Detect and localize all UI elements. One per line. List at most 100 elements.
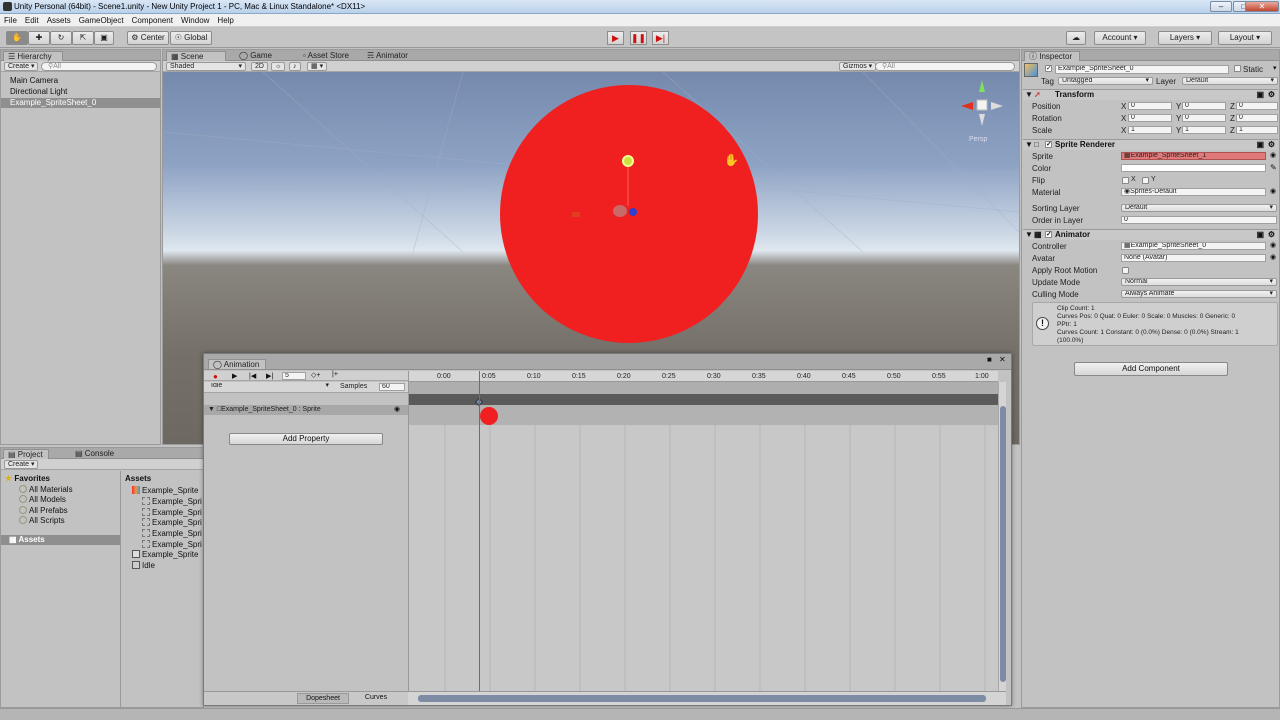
gizmos-dropdown[interactable]: Gizmos ▾ [839, 62, 877, 71]
tab-game[interactable]: ◯ Game [235, 51, 276, 61]
event-lane[interactable] [409, 382, 998, 394]
rect-tool-button[interactable]: ▣ [94, 31, 114, 45]
color-field[interactable] [1121, 164, 1266, 172]
minimize-button[interactable]: – [1210, 1, 1232, 12]
move-tool-button[interactable]: ✚ [28, 31, 50, 45]
menu-help[interactable]: Help [213, 14, 237, 25]
scale-tool-button[interactable]: ⇱ [72, 31, 94, 45]
sprite-renderer-enabled-checkbox[interactable] [1045, 140, 1052, 150]
pivot-center-button[interactable]: ⚙ Center [127, 31, 169, 45]
hierarchy-search-input[interactable]: ⚲All [41, 62, 157, 71]
record-icon[interactable]: ● [213, 372, 218, 381]
hand-tool-button[interactable]: ✋ [6, 31, 28, 45]
order-in-layer-field[interactable]: 0 [1121, 216, 1277, 224]
layer-dropdown[interactable]: Default [1182, 77, 1278, 85]
help-icon[interactable]: ▣ [1256, 140, 1264, 150]
position-x-field[interactable]: 0 [1128, 102, 1172, 110]
tab-scene[interactable]: ▦ Scene [166, 51, 226, 61]
object-picker-icon[interactable]: ◉ [1270, 187, 1276, 195]
step-button[interactable]: ▶| [652, 31, 669, 45]
object-picker-icon[interactable]: ◉ [1270, 241, 1276, 249]
favorite-item[interactable]: All Models [19, 495, 66, 504]
assets-folder[interactable]: ▦ Assets [1, 535, 120, 545]
sprite-keyframe-thumbnail[interactable] [480, 407, 498, 425]
animation-window-close-icon[interactable]: ✕ [999, 355, 1006, 364]
playhead[interactable] [479, 371, 480, 691]
dopesheet-area[interactable]: 0:00 0:05 0:10 0:15 0:20 0:25 0:30 0:35 … [408, 371, 998, 691]
animator-enabled-checkbox[interactable] [1045, 230, 1052, 240]
menu-gameobject[interactable]: GameObject [75, 14, 128, 25]
gameobject-name-field[interactable]: Example_SpriteSheet_0 [1055, 65, 1229, 74]
static-dropdown-icon[interactable]: ▾ [1273, 64, 1277, 72]
sorting-layer-dropdown[interactable]: Default [1121, 204, 1277, 212]
asset-item[interactable]: Example_Spri [142, 529, 202, 538]
hierarchy-item-selected[interactable]: Example_SpriteSheet_0 [1, 98, 160, 108]
static-checkbox[interactable] [1234, 65, 1241, 72]
vscroll-thumb[interactable] [1000, 406, 1006, 682]
pivot-global-button[interactable]: ☉ Global [170, 31, 212, 45]
effects-dropdown[interactable]: ▦ ▾ [307, 62, 328, 71]
asset-item[interactable]: Example_Sprite [132, 550, 198, 559]
rotation-x-field[interactable]: 0 [1128, 114, 1172, 122]
timeline-ruler[interactable]: 0:00 0:05 0:10 0:15 0:20 0:25 0:30 0:35 … [409, 371, 998, 382]
animation-window-menu-icon[interactable]: ■ [987, 355, 992, 364]
persp-label[interactable]: Persp [969, 136, 987, 143]
menu-file[interactable]: File [0, 14, 21, 25]
rotation-z-field[interactable]: 0 [1236, 114, 1278, 122]
add-event-icon[interactable]: |+ [332, 371, 338, 378]
menu-edit[interactable]: Edit [21, 14, 43, 25]
help-icon[interactable]: ▣ [1256, 90, 1264, 100]
scale-z-field[interactable]: 1 [1236, 126, 1278, 134]
tab-animator[interactable]: ☴ Animator [363, 51, 412, 61]
tab-inspector[interactable]: ⓘ Inspector [1024, 51, 1080, 61]
material-field[interactable]: ◉Sprites-Default [1121, 188, 1266, 196]
rotate-tool-button[interactable]: ↻ [50, 31, 72, 45]
tag-dropdown[interactable]: Untagged [1058, 77, 1153, 85]
culling-mode-dropdown[interactable]: Always Animate [1121, 290, 1277, 298]
play-animation-icon[interactable]: ▶ [232, 372, 237, 380]
apply-root-motion-checkbox[interactable] [1122, 267, 1129, 274]
object-picker-icon[interactable]: ◉ [1270, 151, 1276, 159]
position-z-field[interactable]: 0 [1236, 102, 1278, 110]
favorite-item[interactable]: All Scripts [19, 516, 65, 525]
gameobject-active-checkbox[interactable] [1045, 64, 1052, 72]
scene-orientation-gizmo[interactable] [957, 78, 1007, 128]
add-keyframe-icon[interactable]: ◇+ [311, 371, 320, 379]
component-gear-icon[interactable]: ⚙ [1268, 230, 1275, 240]
scene-search-input[interactable]: ⚲All [875, 62, 1015, 71]
asset-item[interactable]: Example_Spri [142, 540, 202, 549]
lighting-toggle[interactable]: ☼ [271, 62, 286, 71]
hierarchy-item[interactable]: Directional Light [1, 87, 160, 96]
asset-item[interactable]: Example_Spri [142, 508, 202, 517]
dopesheet-vscrollbar[interactable] [998, 382, 1006, 691]
menu-window[interactable]: Window [177, 14, 213, 25]
rotation-y-field[interactable]: 0 [1182, 114, 1226, 122]
tab-asset-store[interactable]: ▫ Asset Store [299, 51, 353, 61]
samples-field[interactable]: 60 [379, 383, 405, 391]
clip-dropdown[interactable]: Idle [208, 383, 332, 391]
asset-item[interactable]: Example_Spri [142, 497, 202, 506]
project-create-button[interactable]: Create ▾ [4, 460, 39, 469]
controller-field[interactable]: ▦Example_SpriteSheet_0 [1121, 242, 1266, 250]
layers-dropdown[interactable]: Layers ▾ [1158, 31, 1212, 45]
transform-header[interactable]: ▼ ➚ Transform ▣ ⚙ [1023, 89, 1278, 100]
add-component-button[interactable]: Add Component [1074, 362, 1228, 376]
pause-button[interactable]: ❚❚ [630, 31, 647, 45]
animator-header[interactable]: ▼ ▦ Animator ▣ ⚙ [1023, 229, 1278, 240]
next-keyframe-icon[interactable]: ▶| [266, 372, 273, 380]
object-picker-icon[interactable]: ◉ [1270, 253, 1276, 261]
prev-keyframe-icon[interactable]: |◀ [249, 372, 256, 380]
shading-mode-dropdown[interactable]: Shaded ▾ [166, 62, 246, 71]
tab-dopesheet[interactable]: Dopesheet [297, 693, 349, 704]
pivot-gizmo-icon[interactable] [622, 155, 634, 167]
help-icon[interactable]: ▣ [1256, 230, 1264, 240]
flip-y-checkbox[interactable] [1142, 177, 1149, 184]
component-gear-icon[interactable]: ⚙ [1268, 140, 1275, 150]
update-mode-dropdown[interactable]: Normal [1121, 278, 1277, 286]
asset-item[interactable]: Example_Spri [142, 518, 202, 527]
hierarchy-create-button[interactable]: Create ▾ [4, 62, 39, 71]
summary-keyframe-row[interactable] [409, 394, 998, 405]
frame-field[interactable]: 5 [282, 372, 306, 380]
eyedropper-icon[interactable]: ✎ [1270, 163, 1277, 172]
toggle-2d-button[interactable]: 2D [251, 62, 268, 71]
